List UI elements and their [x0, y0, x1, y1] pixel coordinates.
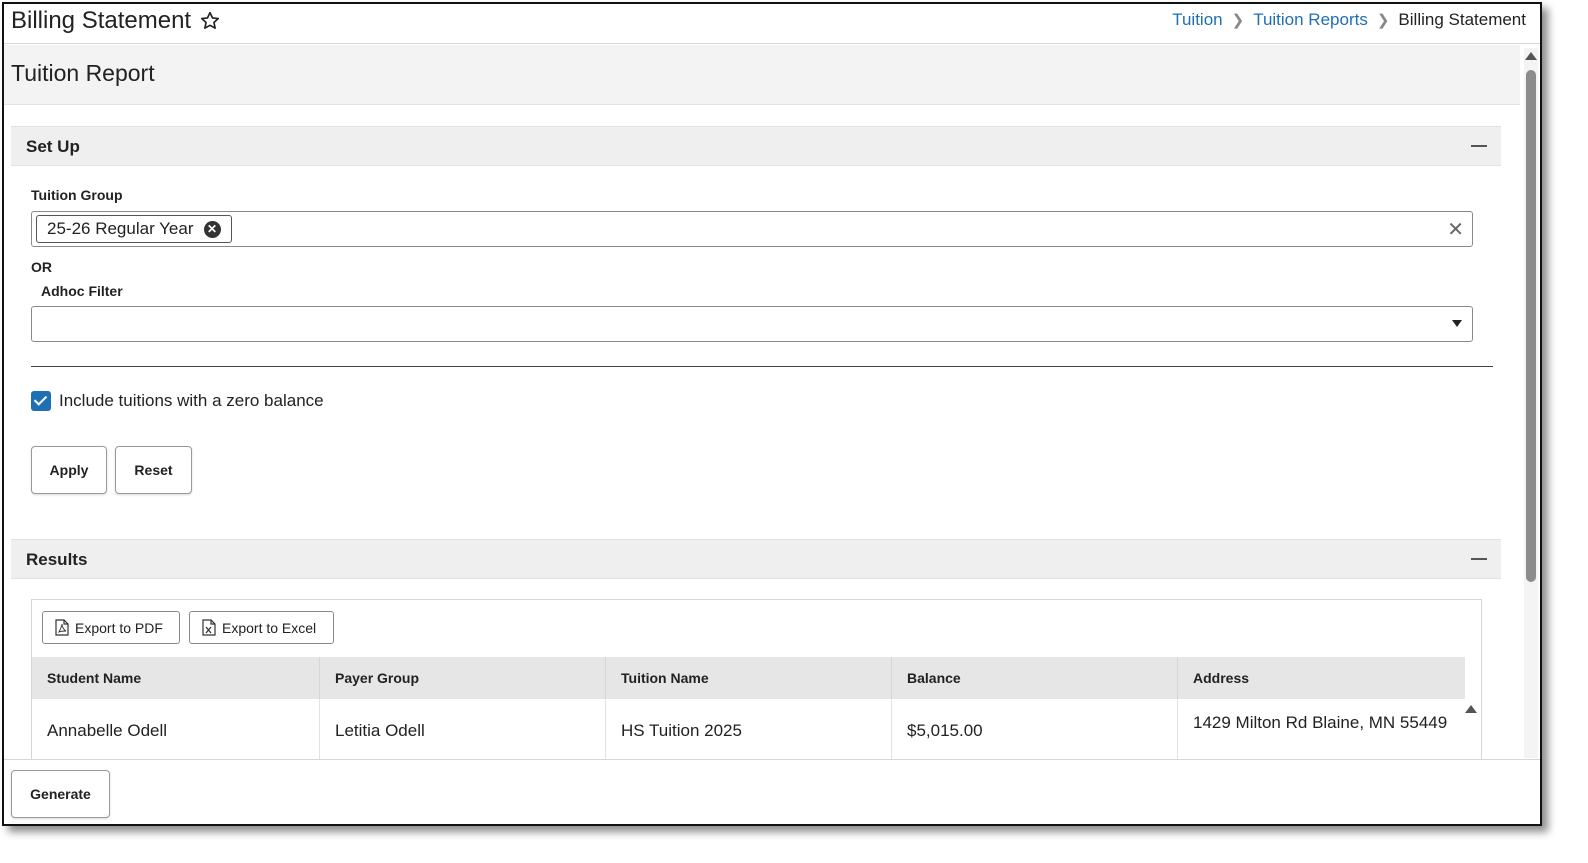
content-scroll-area: Tuition Report Set Up Tuition Group 25-2… [4, 45, 1520, 759]
collapse-icon[interactable] [1471, 558, 1487, 560]
app-title: Billing Statement [11, 7, 221, 35]
favorite-star-icon[interactable] [199, 10, 221, 32]
tuition-group-chip: 25-26 Regular Year ✕ [36, 215, 232, 243]
top-bar: Billing Statement Tuition ❯ Tuition Repo… [4, 4, 1540, 44]
tuition-group-input[interactable]: 25-26 Regular Year ✕ ✕ [31, 211, 1473, 247]
tuition-group-label: Tuition Group [31, 187, 123, 203]
column-header-student-name[interactable]: Student Name [32, 657, 320, 699]
app-title-text: Billing Statement [11, 7, 192, 34]
setup-panel-header[interactable]: Set Up [11, 126, 1501, 166]
page-scrollbar[interactable] [1524, 48, 1538, 758]
column-header-payer-group[interactable]: Payer Group [320, 657, 606, 699]
adhoc-filter-label: Adhoc Filter [41, 283, 123, 299]
cell-balance: $5,015.00 [892, 699, 1178, 759]
pdf-file-icon [55, 619, 69, 636]
include-zero-balance-checkbox[interactable] [31, 391, 51, 411]
cell-tuition-name: HS Tuition 2025 [606, 699, 892, 759]
cell-student-name: Annabelle Odell [32, 699, 320, 759]
chevron-right-icon: ❯ [1376, 12, 1390, 29]
breadcrumb: Tuition ❯ Tuition Reports ❯ Billing Stat… [1172, 10, 1526, 30]
chip-remove-icon[interactable]: ✕ [203, 220, 221, 238]
results-panel-header[interactable]: Results [11, 539, 1501, 579]
export-excel-button[interactable]: Export to Excel [189, 611, 334, 644]
cell-payer-group: Letitia Odell [320, 699, 606, 759]
column-header-address[interactable]: Address [1178, 657, 1465, 699]
adhoc-filter-select[interactable] [31, 306, 1473, 342]
excel-file-icon [202, 619, 216, 636]
bottom-action-bar: Generate [4, 759, 1540, 824]
generate-button[interactable]: Generate [11, 770, 110, 818]
table-scroll-up-icon[interactable] [1465, 705, 1477, 713]
export-pdf-label: Export to PDF [75, 619, 163, 636]
setup-panel-title: Set Up [26, 137, 80, 156]
apply-button[interactable]: Apply [31, 446, 107, 494]
divider [31, 366, 1493, 367]
window-frame: Billing Statement Tuition ❯ Tuition Repo… [2, 2, 1542, 826]
table-header-row: Student Name Payer Group Tuition Name Ba… [32, 657, 1465, 699]
scroll-up-arrow-icon[interactable] [1525, 52, 1537, 60]
breadcrumb-tuition-reports[interactable]: Tuition Reports [1253, 10, 1368, 30]
table-row[interactable]: Annabelle Odell Letitia Odell HS Tuition… [32, 699, 1465, 759]
results-table: Student Name Payer Group Tuition Name Ba… [32, 657, 1465, 759]
clear-icon[interactable]: ✕ [1447, 217, 1464, 242]
export-excel-label: Export to Excel [222, 619, 317, 636]
include-zero-balance-row: Include tuitions with a zero balance [31, 391, 324, 411]
breadcrumb-billing-statement: Billing Statement [1398, 10, 1526, 29]
chevron-right-icon: ❯ [1231, 12, 1245, 29]
results-panel-title: Results [26, 550, 88, 569]
include-zero-balance-label[interactable]: Include tuitions with a zero balance [59, 391, 324, 411]
chip-label: 25-26 Regular Year [47, 219, 194, 238]
page-title: Tuition Report [4, 45, 1520, 105]
or-label: OR [31, 259, 52, 275]
breadcrumb-tuition[interactable]: Tuition [1172, 10, 1222, 30]
export-pdf-button[interactable]: Export to PDF [42, 611, 180, 644]
results-table-container: Export to PDF Export to Excel Student Na… [31, 599, 1482, 759]
reset-button[interactable]: Reset [115, 446, 192, 494]
scrollbar-thumb[interactable] [1526, 70, 1536, 582]
collapse-icon[interactable] [1471, 145, 1487, 147]
dropdown-caret-icon[interactable] [1452, 320, 1462, 327]
column-header-balance[interactable]: Balance [892, 657, 1178, 699]
column-header-tuition-name[interactable]: Tuition Name [606, 657, 892, 699]
cell-address: 1429 Milton Rd Blaine, MN 55449 [1193, 713, 1448, 732]
